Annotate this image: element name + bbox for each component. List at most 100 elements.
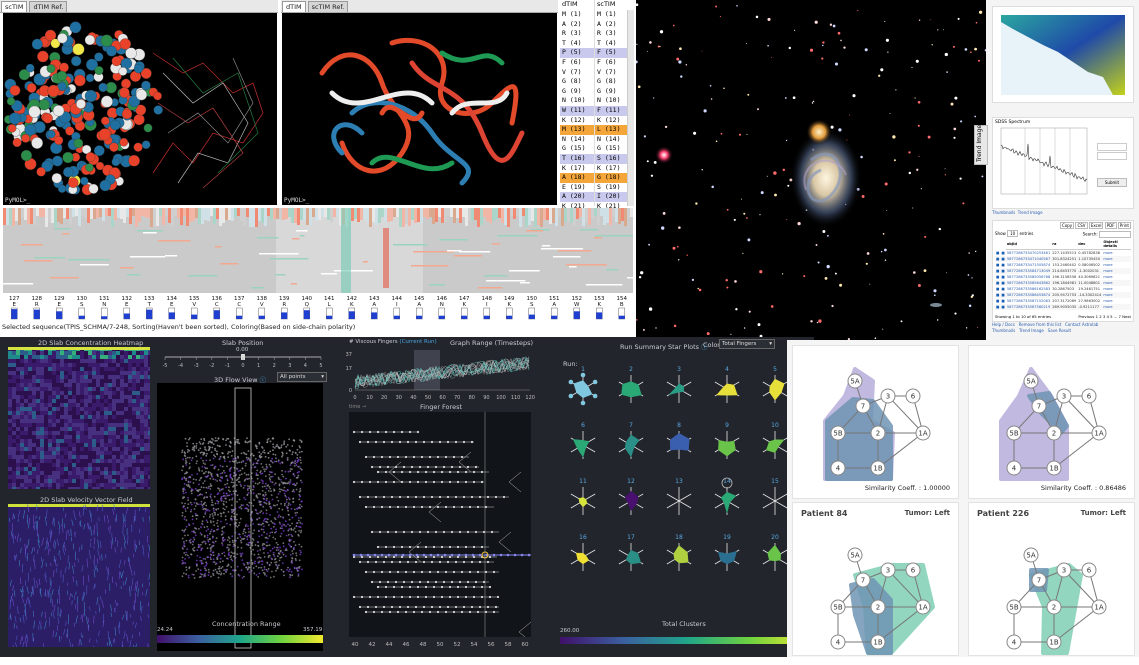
finger-node[interactable] bbox=[416, 554, 419, 557]
finger-node[interactable] bbox=[493, 611, 495, 613]
finger-node[interactable] bbox=[421, 611, 423, 613]
run-number[interactable]: 3 bbox=[677, 366, 681, 373]
link-thumbnails-2[interactable]: Thumbnails bbox=[992, 328, 1015, 333]
vector-field-panel[interactable] bbox=[8, 504, 150, 647]
finger-node[interactable] bbox=[463, 561, 465, 563]
finger-node[interactable] bbox=[417, 586, 419, 588]
finger-node[interactable] bbox=[445, 456, 447, 458]
finger-node[interactable] bbox=[381, 554, 384, 557]
finger-node[interactable] bbox=[415, 606, 417, 608]
sequence-row[interactable]: N (14) bbox=[560, 135, 594, 145]
star-plot[interactable] bbox=[622, 382, 642, 397]
finger-node[interactable] bbox=[477, 571, 479, 573]
finger-node[interactable] bbox=[463, 606, 465, 608]
graph-range-chart[interactable]: 371700102030405060708090100110120 bbox=[345, 346, 535, 406]
finger-node[interactable] bbox=[375, 606, 377, 608]
finger-node[interactable] bbox=[427, 466, 429, 468]
finger-node[interactable] bbox=[417, 546, 419, 548]
finger-node[interactable] bbox=[365, 571, 367, 573]
finger-node[interactable] bbox=[383, 606, 385, 608]
finger-node[interactable] bbox=[458, 554, 461, 557]
finger-node[interactable] bbox=[397, 456, 399, 458]
finger-node[interactable] bbox=[399, 606, 401, 608]
table-row[interactable]: ■■5877286733470253461227.14355130.457828… bbox=[995, 250, 1131, 256]
finger-node[interactable] bbox=[389, 611, 391, 613]
finger-node[interactable] bbox=[477, 506, 479, 508]
finger-node[interactable] bbox=[387, 466, 389, 468]
star-plot[interactable] bbox=[573, 439, 589, 457]
flow-3d-view[interactable] bbox=[157, 383, 323, 651]
sequence-row[interactable]: V (7) bbox=[595, 68, 627, 78]
finger-node[interactable] bbox=[503, 496, 505, 498]
finger-node[interactable] bbox=[399, 441, 401, 443]
finger-node[interactable] bbox=[437, 554, 440, 557]
finger-node[interactable] bbox=[389, 456, 391, 458]
finger-node[interactable] bbox=[385, 471, 387, 473]
finger-node[interactable] bbox=[401, 481, 403, 483]
finger-node[interactable] bbox=[430, 554, 433, 557]
finger-node[interactable] bbox=[425, 471, 427, 473]
finger-node[interactable] bbox=[411, 531, 413, 533]
finger-node[interactable] bbox=[465, 586, 467, 588]
finger-node[interactable] bbox=[437, 506, 439, 508]
sequence-row[interactable]: K (17) bbox=[560, 164, 594, 174]
finger-node[interactable] bbox=[514, 554, 517, 557]
finger-node[interactable] bbox=[461, 571, 463, 573]
finger-node[interactable] bbox=[385, 556, 387, 558]
finger-node[interactable] bbox=[429, 456, 431, 458]
finger-node[interactable] bbox=[421, 506, 423, 508]
print-button[interactable]: Print bbox=[1118, 222, 1131, 229]
tab-dtim-ref[interactable]: dTIM Ref. bbox=[29, 1, 67, 12]
finger-node[interactable] bbox=[399, 496, 401, 498]
finger-node[interactable] bbox=[413, 456, 415, 458]
finger-node[interactable] bbox=[449, 546, 451, 548]
table-header[interactable]: Objecti details bbox=[1102, 239, 1131, 250]
finger-node[interactable] bbox=[423, 496, 425, 498]
finger-node[interactable] bbox=[409, 471, 411, 473]
finger-node[interactable] bbox=[479, 554, 482, 557]
csv-button[interactable]: CSV bbox=[1075, 222, 1087, 229]
sequence-row[interactable]: S (19) bbox=[595, 183, 627, 193]
finger-node[interactable] bbox=[401, 431, 403, 433]
finger-node[interactable] bbox=[385, 481, 387, 483]
finger-node[interactable] bbox=[393, 596, 395, 598]
finger-node[interactable] bbox=[451, 466, 453, 468]
finger-node[interactable] bbox=[455, 561, 457, 563]
finger-node[interactable] bbox=[449, 596, 451, 598]
finger-node[interactable] bbox=[473, 596, 475, 598]
finger-node[interactable] bbox=[373, 456, 375, 458]
tab-sctim-ref[interactable]: scTIM Ref. bbox=[308, 1, 349, 12]
finger-node[interactable] bbox=[447, 561, 449, 563]
finger-node[interactable] bbox=[381, 611, 383, 613]
finger-node[interactable] bbox=[425, 586, 427, 588]
finger-node[interactable] bbox=[375, 441, 377, 443]
finger-node[interactable] bbox=[471, 561, 473, 563]
sequence-row[interactable]: S (16) bbox=[595, 154, 627, 164]
finger-node[interactable] bbox=[403, 581, 405, 583]
spectrum-submit-button[interactable]: Submit bbox=[1097, 178, 1127, 187]
finger-node[interactable] bbox=[495, 496, 497, 498]
finger-node[interactable] bbox=[441, 471, 443, 473]
finger-node[interactable] bbox=[379, 531, 381, 533]
finger-node[interactable] bbox=[467, 581, 469, 583]
finger-node[interactable] bbox=[387, 581, 389, 583]
finger-node[interactable] bbox=[423, 606, 425, 608]
finger-node[interactable] bbox=[443, 531, 445, 533]
finger-node[interactable] bbox=[457, 596, 459, 598]
finger-node[interactable] bbox=[409, 431, 411, 433]
sequence-row[interactable]: T (16) bbox=[560, 154, 594, 164]
finger-node[interactable] bbox=[528, 554, 531, 557]
finger-node[interactable] bbox=[393, 546, 395, 548]
sequence-row[interactable]: R (3) bbox=[560, 29, 594, 39]
finger-node[interactable] bbox=[473, 546, 475, 548]
sequence-list-dtim[interactable]: dTIM M (1)A (2)R (3)T (4)P (5)F (6)V (7)… bbox=[560, 0, 595, 206]
finger-node[interactable] bbox=[453, 456, 455, 458]
sequence-row[interactable]: T (4) bbox=[560, 39, 594, 49]
finger-node[interactable] bbox=[427, 531, 429, 533]
finger-node[interactable] bbox=[403, 466, 405, 468]
star-plot[interactable] bbox=[717, 384, 738, 395]
finger-node[interactable] bbox=[487, 496, 489, 498]
finger-node[interactable] bbox=[377, 471, 379, 473]
residue-bar-strip[interactable]: 127E128R129E130S131N132E133T134E135V136C… bbox=[3, 295, 633, 321]
finger-node[interactable] bbox=[359, 441, 361, 443]
